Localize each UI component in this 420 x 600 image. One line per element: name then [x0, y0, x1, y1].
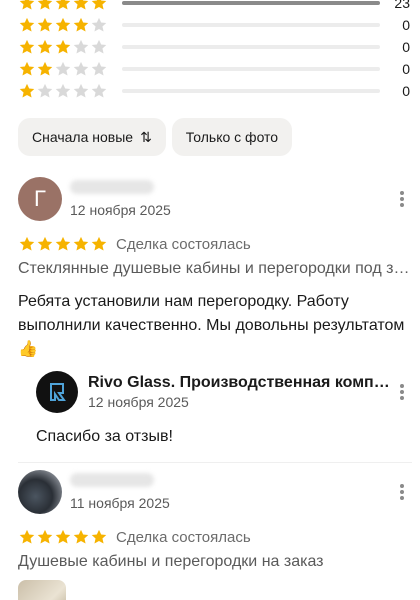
company-name[interactable]: Rivo Glass. Производственная компания [88, 374, 392, 392]
star-empty-icon [54, 60, 72, 78]
service-name[interactable]: Душевые кабины и перегородки на заказ [18, 553, 412, 571]
deal-status: Сделка состоялась [116, 528, 251, 546]
star-filled-icon [54, 0, 72, 12]
distribution-bar [122, 45, 380, 49]
review-card: 11 ноября 2025 Сделка состоялась Душевые… [18, 469, 412, 571]
distribution-row-3[interactable]: 0 [18, 36, 410, 58]
distribution-row-5[interactable]: 23 [18, 0, 410, 14]
review-stars [18, 528, 110, 546]
star-empty-icon [72, 38, 90, 56]
star-empty-icon [54, 82, 72, 100]
avatar[interactable]: Г [18, 177, 62, 221]
star-filled-icon [90, 528, 108, 546]
star-filled-icon [90, 0, 108, 12]
distribution-count: 23 [394, 0, 410, 11]
reviewer-name-blurred [70, 473, 154, 487]
review-filters: Сначала новые ⇅ Только с фото [18, 118, 293, 156]
rating-distribution: 23 0 0 0 0 [18, 0, 410, 102]
star-filled-icon [72, 16, 90, 34]
star-filled-icon [72, 528, 90, 546]
distribution-count: 0 [402, 83, 410, 99]
star-filled-icon [36, 528, 54, 546]
review-date: 12 ноября 2025 [70, 202, 171, 218]
distribution-bar [122, 23, 380, 27]
star-filled-icon [18, 0, 36, 12]
star-filled-icon [72, 235, 90, 253]
company-logo[interactable] [36, 371, 78, 413]
stars-2 [18, 60, 110, 78]
star-filled-icon [36, 60, 54, 78]
review-card: Г 12 ноября 2025 Сделка состоялась Стекл… [18, 176, 412, 446]
distribution-count: 0 [402, 17, 410, 33]
star-empty-icon [90, 38, 108, 56]
distribution-bar [122, 89, 380, 93]
star-filled-icon [18, 38, 36, 56]
distribution-row-4[interactable]: 0 [18, 14, 410, 36]
star-filled-icon [18, 528, 36, 546]
star-filled-icon [54, 528, 72, 546]
sort-button[interactable]: Сначала новые ⇅ [18, 118, 166, 156]
sort-label: Сначала новые [32, 129, 134, 145]
company-reply: Rivo Glass. Производственная компания 12… [36, 370, 412, 446]
star-filled-icon [18, 235, 36, 253]
reviewer-name-blurred [70, 180, 154, 194]
distribution-count: 0 [402, 39, 410, 55]
photo-filter-button[interactable]: Только с фото [171, 118, 293, 156]
star-empty-icon [36, 82, 54, 100]
star-empty-icon [72, 60, 90, 78]
deal-status: Сделка состоялась [116, 235, 251, 253]
star-empty-icon [90, 60, 108, 78]
star-filled-icon [54, 16, 72, 34]
star-filled-icon [54, 38, 72, 56]
stars-4 [18, 16, 110, 34]
sort-icon: ⇅ [140, 128, 152, 145]
reply-text: Спасибо за отзыв! [36, 428, 173, 445]
photo-filter-label: Только с фото [185, 129, 279, 145]
distribution-count: 0 [402, 61, 410, 77]
divider [18, 462, 412, 463]
reply-date: 12 ноября 2025 [88, 394, 189, 410]
star-filled-icon [36, 38, 54, 56]
more-options-icon[interactable] [392, 189, 412, 209]
service-name[interactable]: Стеклянные душевые кабины и перегородки … [18, 260, 412, 278]
star-empty-icon [72, 82, 90, 100]
avatar[interactable] [18, 470, 62, 514]
star-filled-icon [36, 235, 54, 253]
distribution-bar-fill [122, 1, 380, 5]
stars-5 [18, 0, 110, 12]
star-filled-icon [18, 16, 36, 34]
distribution-bar [122, 67, 380, 71]
distribution-row-2[interactable]: 0 [18, 58, 410, 80]
star-empty-icon [90, 16, 108, 34]
review-date: 11 ноября 2025 [70, 495, 170, 511]
star-filled-icon [18, 82, 36, 100]
distribution-row-1[interactable]: 0 [18, 80, 410, 102]
stars-1 [18, 82, 110, 100]
star-filled-icon [54, 235, 72, 253]
more-options-icon[interactable] [392, 382, 412, 402]
star-filled-icon [18, 60, 36, 78]
star-filled-icon [36, 0, 54, 12]
star-filled-icon [90, 235, 108, 253]
review-photo-thumbnail[interactable] [18, 580, 66, 600]
star-filled-icon [36, 16, 54, 34]
star-filled-icon [72, 0, 90, 12]
review-stars [18, 235, 110, 253]
star-empty-icon [90, 82, 108, 100]
distribution-bar [122, 1, 380, 5]
more-options-icon[interactable] [392, 482, 412, 502]
stars-3 [18, 38, 110, 56]
review-text: Ребята установили нам перегородку. Работ… [18, 293, 405, 358]
